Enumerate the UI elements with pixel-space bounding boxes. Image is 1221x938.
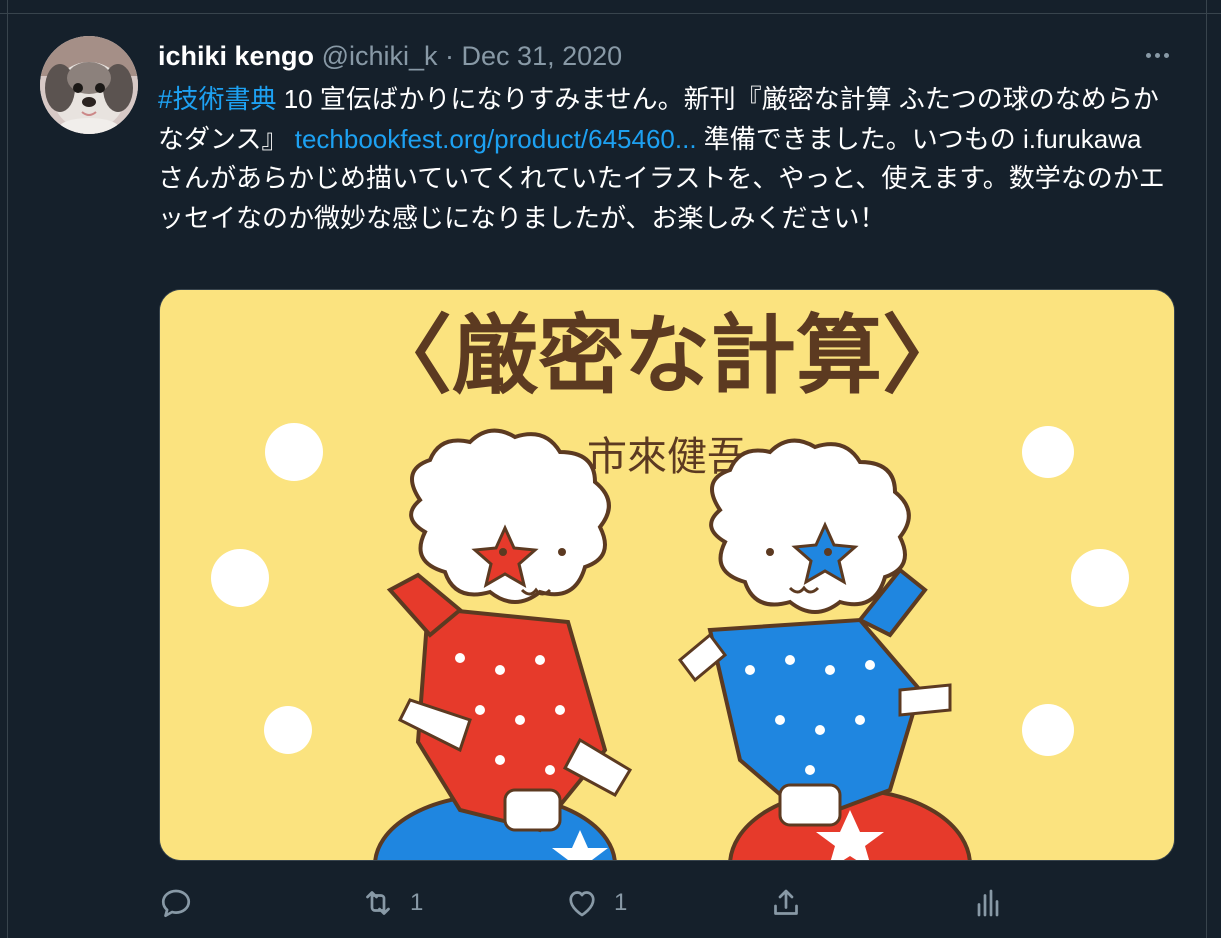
more-dot-icon (1163, 52, 1169, 58)
reply-icon (161, 889, 191, 918)
right-divider (1206, 0, 1207, 938)
like-button[interactable]: 1 (564, 878, 627, 928)
tweet-text: #技術書典 10 宣伝ばかりになりすみません。新刊『厳密な計算 ふたつの球のなめ… (158, 80, 1168, 238)
analytics-button[interactable] (970, 878, 1006, 928)
dog-avatar-image (40, 36, 138, 134)
tweet-actions: 1 1 (158, 878, 1018, 928)
product-link[interactable]: techbookfest.org/product/645460... (295, 124, 697, 154)
more-dot-icon (1145, 52, 1151, 58)
top-divider (0, 13, 1221, 14)
heart-icon (569, 891, 595, 917)
media-title: 〈厳密な計算〉 (366, 306, 968, 406)
author-handle[interactable]: @ichiki_k (322, 41, 438, 71)
tweet-media-image[interactable]: 〈厳密な計算〉 市來健吾 (159, 289, 1175, 861)
analytics-icon (977, 889, 999, 917)
header-separator: · (445, 41, 455, 71)
more-dot-icon (1154, 52, 1160, 58)
like-count: 1 (614, 889, 628, 916)
more-options-button[interactable] (1139, 40, 1175, 70)
author-name[interactable]: ichiki kengo (158, 41, 314, 71)
left-divider (7, 0, 8, 938)
tweet-date[interactable]: Dec 31, 2020 (462, 41, 623, 71)
share-icon (774, 889, 798, 915)
reply-button[interactable] (158, 878, 194, 928)
retweet-icon (366, 891, 390, 915)
hashtag-link[interactable]: #技術書典 (158, 84, 276, 114)
retweet-button[interactable]: 1 (360, 878, 423, 928)
share-button[interactable] (768, 878, 804, 928)
avatar[interactable] (40, 36, 138, 134)
retweet-count: 1 (410, 889, 424, 916)
tweet-header: ichiki kengo @ichiki_k · Dec 31, 2020 (158, 38, 622, 74)
